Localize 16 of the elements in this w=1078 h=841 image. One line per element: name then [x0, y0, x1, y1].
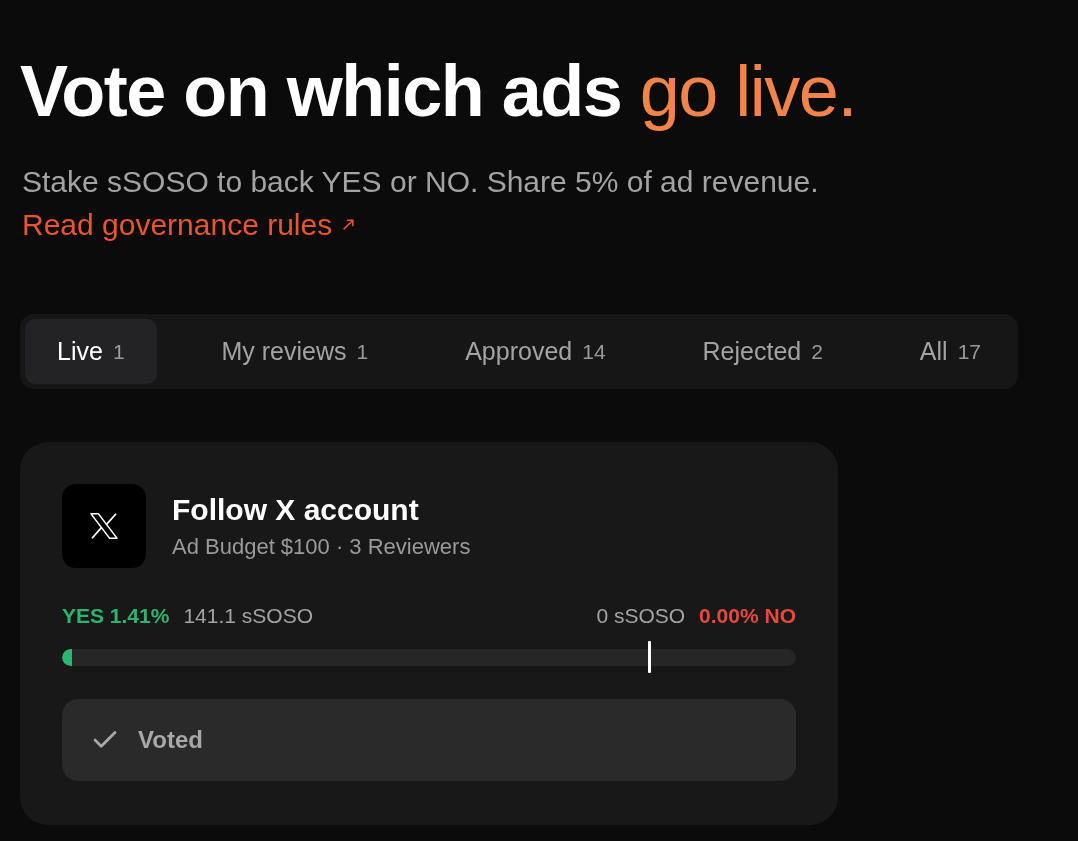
- ad-meta: Ad Budget $100 · 3 Reviewers: [172, 533, 471, 561]
- no-percentage: 0.00% NO: [699, 603, 796, 629]
- no-amount: 0 sSOSO: [596, 603, 686, 629]
- page-title: Vote on which ads go live.: [20, 50, 857, 133]
- yes-amount: 141.1 sSOSO: [183, 603, 313, 629]
- ad-title: Follow X account: [172, 492, 420, 528]
- filter-tab[interactable]: Rejected 2: [670, 319, 855, 384]
- governance-rules-link[interactable]: Read governance rules: [22, 203, 356, 246]
- page-subtitle: Stake sSOSO to back YES or NO. Share 5% of ad revenue.: [22, 164, 820, 200]
- x-logo-icon: [62, 484, 146, 568]
- filter-tab[interactable]: All 17: [887, 319, 1013, 384]
- arrow-icon: [342, 218, 356, 231]
- filter-tab[interactable]: Live 1: [25, 319, 157, 384]
- yes-percentage: YES 1.41%: [62, 603, 170, 629]
- filter-tab[interactable]: My reviews 1: [189, 319, 401, 384]
- filter-tab[interactable]: Approved 14: [433, 319, 638, 384]
